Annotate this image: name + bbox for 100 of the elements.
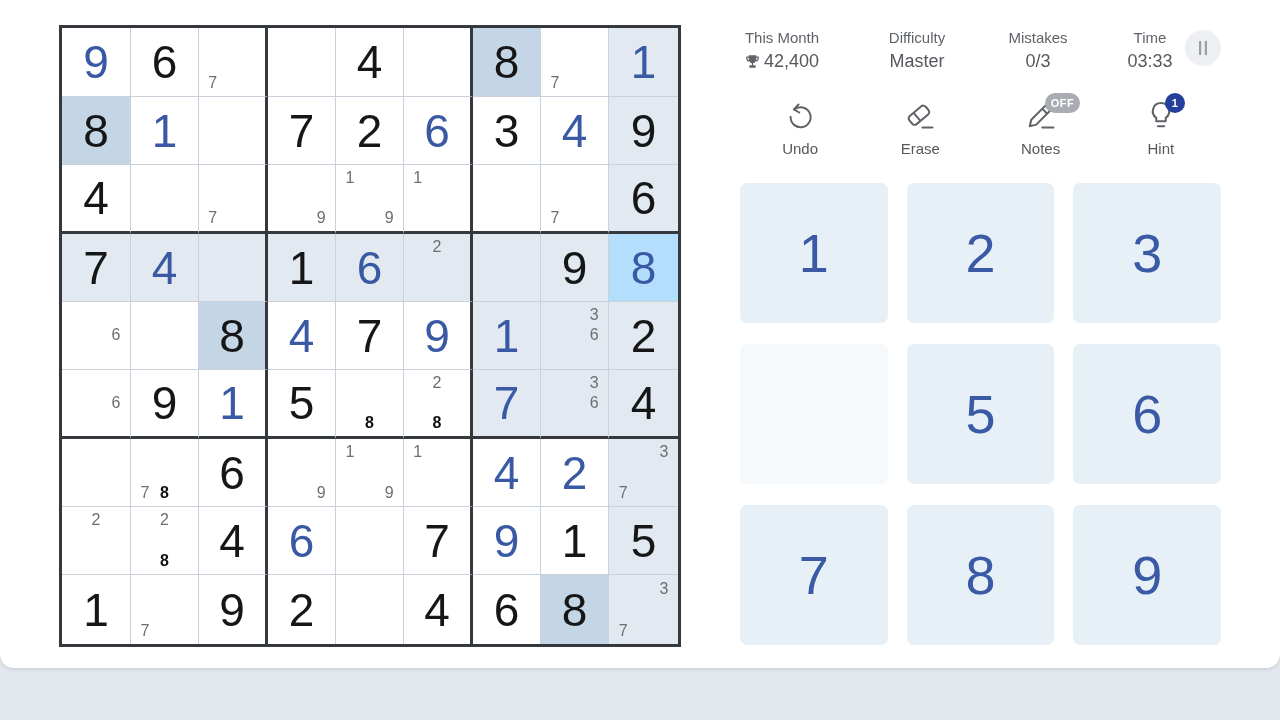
sudoku-cell[interactable]: 7 — [199, 28, 268, 97]
pencil-note: 9 — [384, 210, 394, 226]
sudoku-cell[interactable]: 2 — [336, 97, 404, 165]
number-button[interactable]: 5 — [906, 344, 1055, 484]
sudoku-cell[interactable]: 1 9 — [336, 165, 404, 234]
stat-label: Difficulty — [888, 29, 946, 47]
sudoku-cell[interactable]: 9 — [404, 302, 473, 370]
sudoku-cell[interactable]: 6 — [131, 28, 199, 97]
undo-button[interactable]: Undo — [760, 93, 841, 158]
sudoku-cell[interactable]: 6 — [404, 97, 473, 165]
number-button[interactable]: 8 — [906, 505, 1055, 645]
number-button[interactable]: 7 — [740, 505, 888, 645]
sudoku-cell[interactable]: 4 — [336, 28, 404, 97]
sudoku-cell[interactable]: 4 — [62, 165, 131, 234]
sudoku-cell[interactable]: 1 — [268, 234, 336, 302]
sudoku-cell[interactable]: 6 — [62, 302, 131, 370]
pencil-note: 3 — [659, 580, 669, 597]
sudoku-cell[interactable]: 1 — [404, 165, 473, 234]
sudoku-cell[interactable]: 8 — [336, 370, 404, 439]
sudoku-cell[interactable]: 1 — [473, 302, 541, 370]
sudoku-cell[interactable] — [199, 234, 268, 302]
erase-button[interactable]: Erase — [880, 93, 961, 158]
sudoku-cell[interactable]: 6 — [268, 507, 336, 575]
pencil-note: 2 — [160, 512, 169, 529]
pencil-note: 1 — [413, 444, 423, 461]
sudoku-cell[interactable]: 4 — [541, 97, 609, 165]
pencil-note: 8 — [160, 484, 169, 501]
sudoku-cell[interactable]: 7 — [473, 370, 541, 439]
sudoku-cell[interactable]: 1 — [541, 507, 609, 575]
sudoku-cell[interactable]: 4 — [609, 370, 678, 439]
notes-button[interactable]: OFF Notes — [1000, 93, 1081, 158]
number-button[interactable]: 6 — [1073, 344, 1221, 484]
sudoku-cell[interactable]: 7 — [62, 234, 131, 302]
sudoku-cell[interactable]: 1 — [131, 97, 199, 165]
sudoku-cell[interactable]: 8 — [62, 97, 131, 165]
sudoku-cell[interactable]: 6 — [199, 439, 268, 507]
sudoku-cell[interactable]: 4 — [473, 439, 541, 507]
sudoku-cell[interactable]: 9 — [62, 28, 131, 97]
pencil-note: 7 — [550, 74, 560, 91]
number-button[interactable]: 2 — [906, 183, 1055, 323]
sudoku-cell[interactable]: 9 — [268, 439, 336, 507]
sudoku-cell[interactable]: 2 — [541, 439, 609, 507]
pencil-note: 3 — [589, 307, 599, 324]
pencil-note: 6 — [589, 327, 599, 344]
hint-button[interactable]: 1 Hint — [1120, 93, 1201, 158]
sudoku-cell[interactable]: 6 — [62, 370, 131, 439]
sudoku-cell[interactable]: 3 7 — [609, 439, 678, 507]
number-button[interactable]: 3 — [1073, 183, 1221, 323]
sudoku-cell[interactable]: 2 — [62, 507, 131, 575]
pencil-note: 7 — [618, 622, 628, 639]
pause-button[interactable] — [1185, 30, 1221, 66]
sudoku-cell[interactable]: 7 — [199, 165, 268, 234]
sudoku-cell[interactable]: 5 — [268, 370, 336, 439]
stat-label: Mistakes — [1008, 29, 1068, 47]
sudoku-cell[interactable]: 8 — [609, 234, 678, 302]
pencil-note: 6 — [589, 395, 599, 411]
number-button[interactable]: 9 — [1073, 505, 1221, 645]
pencil-note: 9 — [384, 484, 394, 501]
sudoku-cell[interactable]: 9 — [268, 165, 336, 234]
sudoku-cell[interactable]: 9 — [541, 234, 609, 302]
sudoku-cell[interactable]: 7 — [541, 165, 609, 234]
sudoku-cell[interactable] — [199, 97, 268, 165]
sudoku-cell[interactable]: 3 7 — [609, 575, 678, 644]
sudoku-cell[interactable]: 2 8 — [131, 507, 199, 575]
sudoku-cell[interactable]: 7 — [404, 507, 473, 575]
sudoku-cell[interactable]: 7 — [336, 302, 404, 370]
sudoku-cell[interactable]: 4 — [268, 302, 336, 370]
pencil-note: 7 — [140, 622, 150, 639]
sudoku-cell[interactable]: 1 9 — [336, 439, 404, 507]
sudoku-cell[interactable]: 6 — [336, 234, 404, 302]
sudoku-cell[interactable]: 2 — [404, 234, 473, 302]
sudoku-cell[interactable] — [404, 28, 473, 97]
sudoku-cell[interactable]: 9 — [473, 507, 541, 575]
number-button[interactable]: 1 — [740, 183, 888, 323]
sudoku-cell[interactable]: 8 — [541, 575, 609, 644]
sudoku-cell[interactable]: 9 — [609, 97, 678, 165]
sudoku-cell[interactable]: 4 — [199, 507, 268, 575]
pencil-note: 1 — [345, 444, 355, 461]
sudoku-cell[interactable]: 1 — [609, 28, 678, 97]
sudoku-cell[interactable]: 7 8 — [131, 439, 199, 507]
sudoku-cell[interactable]: 4 — [131, 234, 199, 302]
sudoku-cell[interactable]: 2 8 — [404, 370, 473, 439]
pencil-note: 2 — [432, 375, 442, 391]
sudoku-cell[interactable]: 7 — [541, 28, 609, 97]
stat-value: 42,400 — [763, 50, 820, 72]
sudoku-cell[interactable]: 3 — [473, 97, 541, 165]
sudoku-cell[interactable]: 2 — [609, 302, 678, 370]
stat-label: This Month — [744, 29, 820, 47]
sudoku-cell[interactable]: 7 — [268, 97, 336, 165]
sudoku-cell[interactable]: 6 — [609, 165, 678, 234]
sudoku-cell[interactable]: 1 — [199, 370, 268, 439]
sudoku-cell[interactable]: 3 6 — [541, 370, 609, 439]
sudoku-cell[interactable]: 8 — [473, 28, 541, 97]
sudoku-cell[interactable]: 9 — [131, 370, 199, 439]
pencil-note: 1 — [413, 170, 423, 186]
sudoku-cell[interactable]: 5 — [609, 507, 678, 575]
stat-label: Time — [1133, 29, 1167, 47]
sudoku-cell[interactable]: 8 — [199, 302, 268, 370]
sudoku-cell[interactable]: 3 6 — [541, 302, 609, 370]
sudoku-cell[interactable]: 1 — [404, 439, 473, 507]
